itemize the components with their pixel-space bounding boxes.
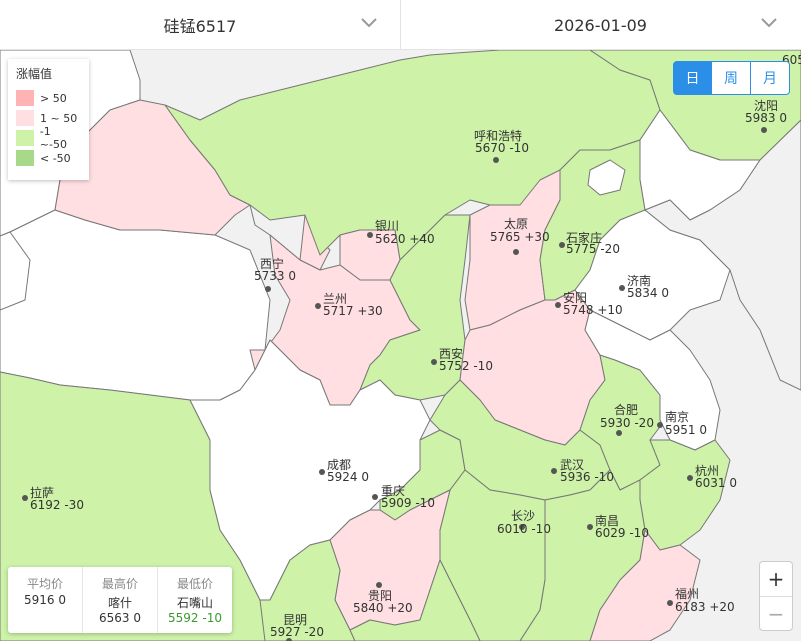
city-name: 银川 <box>375 219 399 233</box>
legend-item: > 50 <box>16 88 81 108</box>
city-price: 6029 -10 <box>595 526 649 540</box>
city-dot[interactable] <box>559 242 565 248</box>
period-week-button[interactable]: 周 <box>712 61 751 95</box>
zoom-in-button[interactable]: + <box>760 562 792 596</box>
city-dot[interactable] <box>657 422 663 428</box>
stat-average-value: 5916 0 <box>24 593 66 607</box>
city-dot[interactable] <box>513 249 519 255</box>
city-dot[interactable] <box>372 494 378 500</box>
city-price: 5834 0 <box>627 286 669 300</box>
city-price: 5927 -20 <box>270 625 324 639</box>
chevron-down-icon <box>361 18 377 28</box>
city-dot[interactable] <box>265 286 271 292</box>
city-price: 5748 +10 <box>563 303 623 317</box>
stat-lowest-city: 石嘴山 <box>176 596 213 610</box>
legend-item: -1 ~-50 <box>16 125 81 151</box>
period-day-button[interactable]: 日 <box>673 61 712 95</box>
date-value: 2026-01-09 <box>554 15 647 35</box>
stat-average: 平均价 5916 0 <box>24 577 66 607</box>
map-legend: 涨幅值 > 50 1 ~ 50 -1 ~-50 < -50 <box>8 59 89 180</box>
date-selector[interactable]: 2026-01-09 <box>400 0 800 50</box>
zoom-control: + − <box>759 561 793 631</box>
stat-lowest-value: 5592 -10 <box>168 611 222 625</box>
city-dot[interactable] <box>22 495 28 501</box>
city-dot[interactable] <box>367 232 373 238</box>
app-root: 硅锰6517 2026-01-09 沈阳 5983 0 呼和浩特 5670 -1… <box>0 0 801 641</box>
chevron-down-icon <box>761 18 777 28</box>
city-dot[interactable] <box>619 285 625 291</box>
price-stats-panel: 平均价 5916 0 最高价 喀什 6563 0 最低价 石嘴山 5592 -1… <box>8 567 232 633</box>
city-price: 5840 +20 <box>353 601 413 615</box>
city-price: 5775 -20 <box>566 242 620 256</box>
city-price: 5670 -10 <box>475 141 529 155</box>
city-price: 5983 0 <box>745 111 787 125</box>
city-dot[interactable] <box>431 359 437 365</box>
city-price: 5765 +30 <box>490 230 550 244</box>
city-price: 6031 0 <box>695 476 737 490</box>
city-price: 5733 0 <box>254 269 296 283</box>
legend-swatch <box>16 150 34 166</box>
legend-swatch <box>16 90 34 106</box>
city-price: 5752 -10 <box>439 359 493 373</box>
city-price: 5909 -10 <box>381 496 435 510</box>
legend-swatch <box>16 110 34 126</box>
city-name: 长沙 <box>511 509 535 523</box>
city-price: 5620 +40 <box>375 232 435 246</box>
city-dot[interactable] <box>587 524 593 530</box>
stat-lowest: 最低价 石嘴山 5592 -10 <box>157 567 232 633</box>
city-price: 5930 -20 <box>600 416 654 430</box>
city-dot[interactable] <box>376 582 382 588</box>
city-name: 太原 <box>504 216 528 231</box>
stat-highest: 最高价 喀什 6563 0 <box>82 567 157 633</box>
china-price-map[interactable]: 沈阳5983 0呼和浩特5670 -10银川5620 +40太原5765 +30… <box>0 50 801 641</box>
city-dot[interactable] <box>551 468 557 474</box>
city-dot[interactable] <box>761 127 767 133</box>
period-toggle: 日 周 月 <box>673 61 790 95</box>
city-name: 南京 <box>665 409 689 424</box>
stat-highest-value: 6563 0 <box>99 611 141 625</box>
city-price: 5717 +30 <box>323 304 383 318</box>
city-price: 5924 0 <box>327 470 369 484</box>
city-price: 6010 -10 <box>497 522 551 536</box>
city-dot[interactable] <box>493 157 499 163</box>
city-dot[interactable] <box>616 430 622 436</box>
city-dot[interactable] <box>319 469 325 475</box>
city-price: 6192 -30 <box>30 498 84 512</box>
period-month-button[interactable]: 月 <box>751 61 790 95</box>
city-price: 5951 0 <box>665 423 707 437</box>
zoom-out-button[interactable]: − <box>760 596 792 630</box>
city-dot[interactable] <box>687 475 693 481</box>
legend-title: 涨幅值 <box>16 67 53 81</box>
city-dot[interactable] <box>315 303 321 309</box>
header-bar: 硅锰6517 2026-01-09 <box>0 0 801 50</box>
city-price: 5936 -10 <box>560 470 614 484</box>
product-selector[interactable]: 硅锰6517 <box>0 0 400 50</box>
city-dot[interactable] <box>555 302 561 308</box>
city-name: 福州 <box>675 586 699 601</box>
city-price: 6183 +20 <box>675 600 735 614</box>
product-value: 硅锰6517 <box>163 17 237 36</box>
legend-item: < -50 <box>16 148 81 168</box>
city-name: 合肥 <box>614 402 638 417</box>
stat-highest-city: 喀什 <box>107 596 132 610</box>
city-dot[interactable] <box>667 600 673 606</box>
legend-swatch <box>16 130 34 146</box>
